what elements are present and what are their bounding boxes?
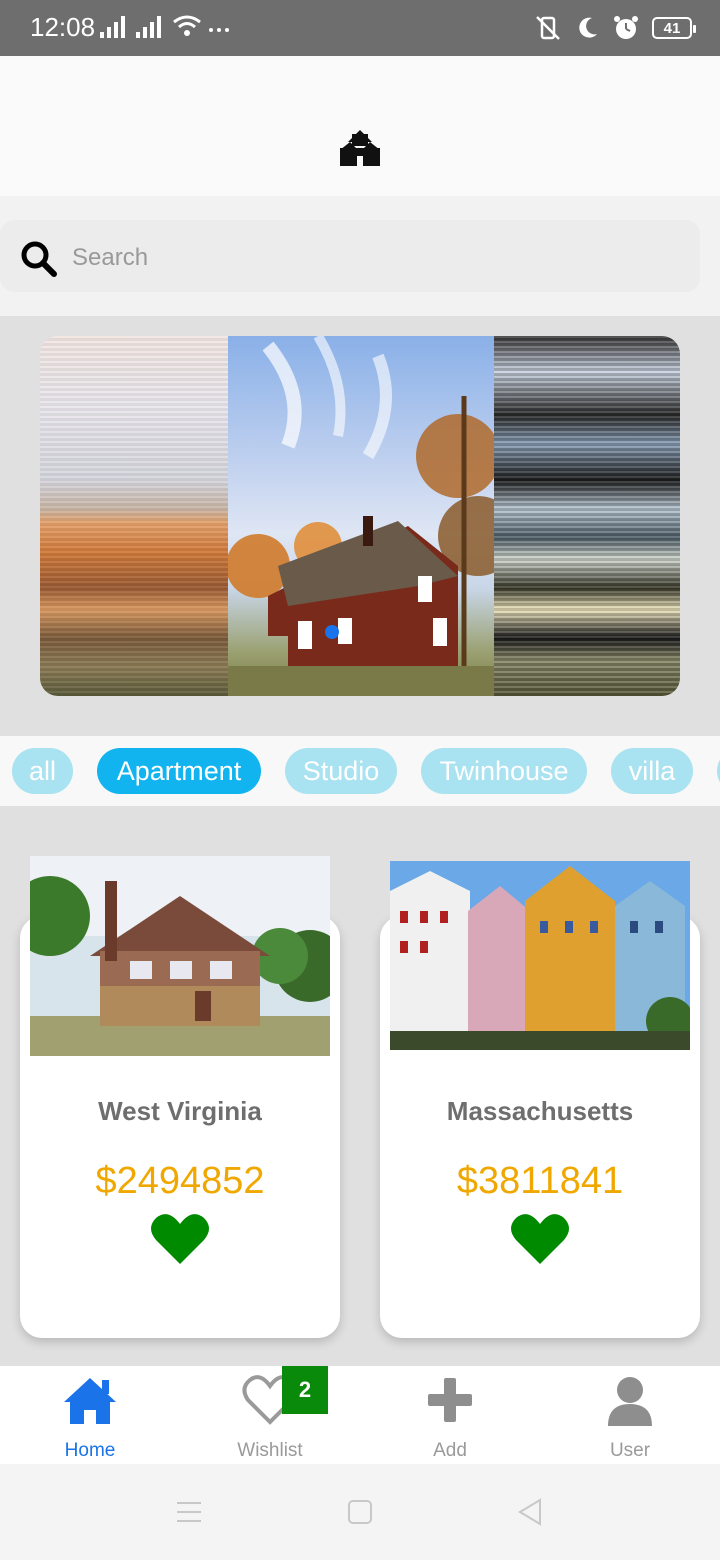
listing-price: $2494852 (95, 1160, 265, 1202)
nav-item-home[interactable]: Home (0, 1366, 180, 1464)
nav-item-user[interactable]: User (540, 1366, 720, 1464)
carousel-prev-image[interactable] (40, 336, 228, 696)
status-time: 12:08 (30, 12, 96, 42)
category-chip-twinhouse[interactable]: Twinhouse (421, 748, 587, 794)
wifi-icon (173, 15, 201, 36)
carousel-current-image[interactable] (226, 336, 518, 696)
red-house-photo (226, 336, 518, 696)
listing-title: Massachusetts (446, 1096, 634, 1126)
recent-apps-icon[interactable] (347, 1499, 373, 1525)
system-navigation-bar (0, 1464, 720, 1560)
status-left-icons (100, 14, 230, 38)
user-icon (608, 1377, 652, 1426)
listing-photo[interactable] (30, 856, 330, 1056)
moon-icon (579, 17, 597, 38)
more-icon (209, 28, 229, 32)
search-icon[interactable] (20, 240, 58, 278)
signal-icon (136, 16, 161, 38)
back-icon[interactable] (516, 1498, 544, 1526)
search-area (0, 196, 720, 316)
nav-label: Add (433, 1440, 467, 1461)
home-icon (64, 1378, 116, 1424)
nav-label: Wishlist (237, 1440, 303, 1461)
category-chip-studio[interactable]: Studio (285, 748, 397, 794)
status-right-icons: 41 (534, 14, 696, 42)
listings-grid: West Virginia $2494852 Massachusetts $38… (0, 806, 720, 1366)
listing-photo[interactable] (390, 861, 690, 1050)
vibrate-off-icon (536, 16, 560, 40)
app-header (0, 56, 720, 196)
signal-icon (100, 16, 125, 38)
status-bar: 12:08 41 (0, 0, 720, 56)
nav-item-add[interactable]: Add (360, 1366, 540, 1464)
image-carousel[interactable] (40, 336, 680, 696)
nav-item-wishlist[interactable]: Wishlist (180, 1366, 360, 1464)
category-chip-apartment[interactable]: Apartment (97, 748, 261, 794)
listing-price: $3811841 (456, 1160, 624, 1202)
nav-label: Home (64, 1440, 116, 1461)
favorite-heart-icon[interactable] (510, 1212, 570, 1266)
nav-label: User (609, 1440, 651, 1461)
alarm-icon (614, 16, 638, 39)
category-filter-bar: all Apartment Studio Twinhouse villa (0, 736, 720, 806)
category-chip-villa[interactable]: villa (611, 748, 693, 794)
category-chip-all[interactable]: all (12, 748, 73, 794)
favorite-heart-icon[interactable] (150, 1212, 210, 1266)
listing-title: West Virginia (98, 1096, 262, 1126)
bottom-navigation: Home Wishlist 2 Add User (0, 1366, 720, 1464)
battery-icon: 41 (652, 17, 696, 39)
plus-icon (428, 1378, 472, 1422)
menu-icon[interactable] (175, 1500, 203, 1524)
carousel-indicator-dot[interactable] (325, 625, 339, 639)
house-logo-icon (340, 130, 380, 166)
wishlist-count-badge: 2 (282, 1366, 328, 1414)
search-input[interactable] (72, 238, 632, 278)
carousel-next-image[interactable] (494, 336, 680, 696)
